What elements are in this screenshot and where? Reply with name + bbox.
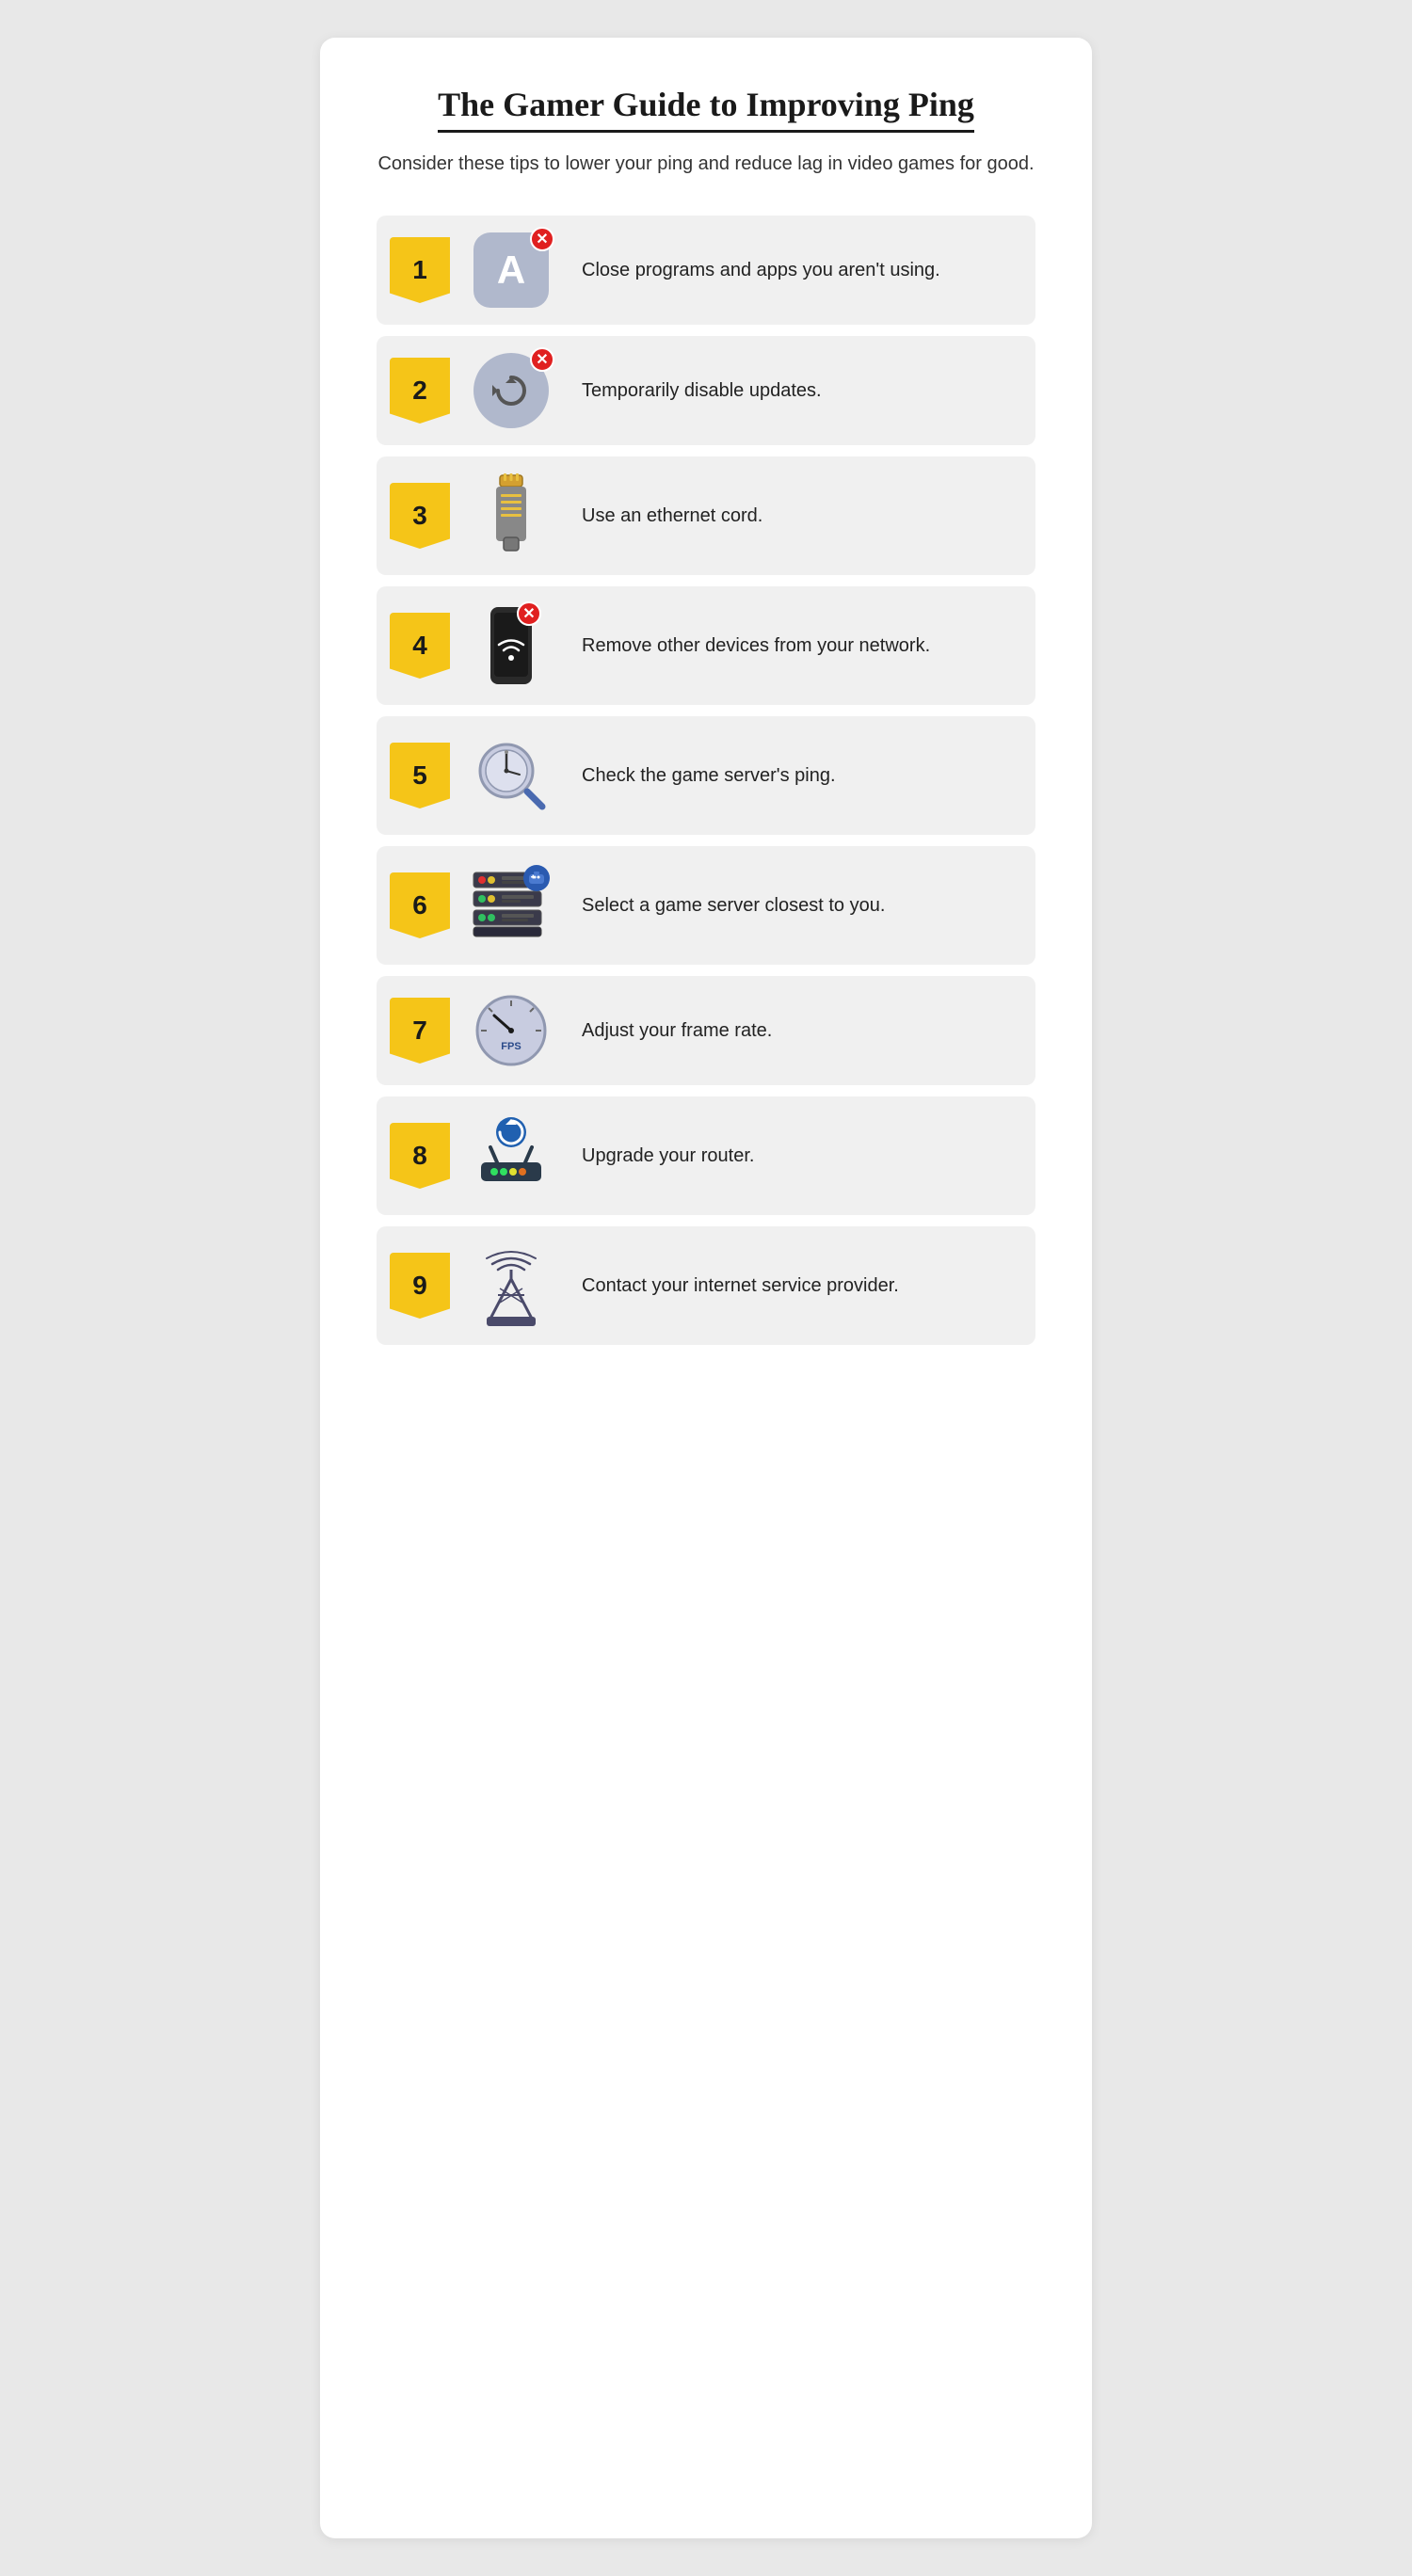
list-item: 4 ✕ Remove other de — [377, 586, 1035, 705]
close-badge-icon: ✕ — [517, 601, 541, 626]
list-item: 7 FPS — [377, 976, 1035, 1085]
number-badge-8: 8 — [390, 1123, 450, 1189]
icon-area-2: ✕ — [459, 353, 563, 428]
number-badge-7: 7 — [390, 998, 450, 1064]
number-badge-9: 9 — [390, 1253, 450, 1319]
close-badge-icon: ✕ — [530, 347, 554, 372]
ethernet-icon — [483, 473, 539, 558]
game-server-icon — [469, 863, 554, 948]
list-item: 6 — [377, 846, 1035, 965]
item-text-3: Use an ethernet cord. — [572, 505, 1013, 527]
icon-area-3 — [459, 473, 563, 558]
app-close-icon: A ✕ — [473, 232, 549, 308]
tips-list: 1 A ✕ Close programs and apps you aren't… — [377, 216, 1035, 1345]
page-title: The Gamer Guide to Improving Ping — [438, 85, 974, 133]
fps-meter-icon: FPS — [473, 993, 549, 1068]
item-text-4: Remove other devices from your network. — [572, 635, 1013, 657]
number-badge-4: 4 — [390, 613, 450, 679]
number-badge-3: 3 — [390, 483, 450, 549]
update-disable-icon: ✕ — [473, 353, 549, 428]
svg-text:FPS: FPS — [501, 1041, 521, 1052]
icon-area-8 — [459, 1113, 563, 1198]
icon-area-5 — [459, 733, 563, 818]
item-text-7: Adjust your frame rate. — [572, 1020, 1013, 1042]
item-text-6: Select a game server closest to you. — [572, 895, 1013, 917]
list-item: 3 — [377, 456, 1035, 575]
list-item: 2 ✕ Temporarily disable updates. — [377, 336, 1035, 445]
list-item: 1 A ✕ Close programs and apps you aren't… — [377, 216, 1035, 325]
item-text-2: Temporarily disable updates. — [572, 380, 1013, 402]
subtitle: Consider these tips to lower your ping a… — [377, 150, 1035, 178]
icon-area-1: A ✕ — [459, 232, 563, 308]
phone-wifi-icon: ✕ — [483, 603, 539, 688]
list-item: 9 — [377, 1226, 1035, 1345]
list-item: 8 — [377, 1096, 1035, 1215]
tower-icon — [473, 1243, 549, 1328]
icon-area-9 — [459, 1243, 563, 1328]
icon-area-4: ✕ — [459, 603, 563, 688]
number-badge-5: 5 — [390, 743, 450, 808]
number-badge-2: 2 — [390, 358, 450, 424]
item-text-5: Check the game server's ping. — [572, 765, 1013, 787]
close-badge-icon: ✕ — [530, 227, 554, 251]
item-text-8: Upgrade your router. — [572, 1145, 1013, 1167]
header: The Gamer Guide to Improving Ping Consid… — [377, 85, 1035, 178]
icon-area-6 — [459, 863, 563, 948]
clock-magnifier-icon — [469, 733, 554, 818]
number-badge-1: 1 — [390, 237, 450, 303]
main-card: The Gamer Guide to Improving Ping Consid… — [320, 38, 1092, 2538]
item-text-1: Close programs and apps you aren't using… — [572, 260, 1013, 281]
number-badge-6: 6 — [390, 872, 450, 938]
list-item: 5 — [377, 716, 1035, 835]
icon-area-7: FPS — [459, 993, 563, 1068]
item-text-9: Contact your internet service provider. — [572, 1275, 1013, 1297]
refresh-icon — [490, 370, 532, 411]
router-icon — [473, 1113, 549, 1198]
